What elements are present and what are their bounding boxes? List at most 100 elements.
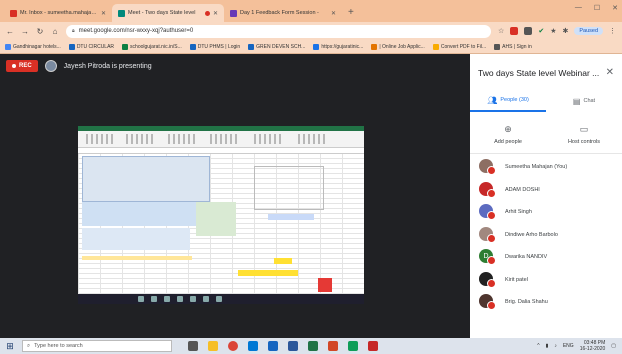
mail-icon[interactable] [268, 341, 278, 351]
pdf-icon[interactable] [368, 341, 378, 351]
bookmark-label: DTU PHMS | Login [197, 43, 241, 50]
bookmark[interactable]: GREN DEVEN SCH... [248, 43, 306, 50]
ribbon-group [210, 134, 240, 144]
extension-icon[interactable] [510, 27, 519, 35]
excel-icon[interactable] [308, 341, 318, 351]
bookmark-label: https://gujaratinic... [321, 43, 364, 50]
back-icon[interactable]: ← [6, 27, 14, 36]
extension-icon[interactable] [524, 27, 533, 35]
taskbar-app-icon [177, 296, 183, 302]
spreadsheet-title-bar [78, 126, 364, 131]
tab-label: Day 1 Feedback Form Session - [240, 10, 319, 16]
bookmark-icon [248, 43, 255, 50]
bookmark-icon [432, 43, 439, 50]
participant-name: Brig. Dalia Shahu [505, 299, 548, 306]
browser-tab-strip: Mr. Inbox - sumeetha.mahajan@gujb... ✕ M… [0, 0, 622, 22]
participant-name: Arhit Singh [505, 209, 532, 216]
browser-tab-feedback[interactable]: Day 1 Feedback Form Session - ✕ [224, 4, 342, 22]
word-icon[interactable] [288, 341, 298, 351]
bookmark[interactable]: DTU PHMS | Login [189, 43, 241, 50]
action-label: Add people [494, 139, 522, 145]
tab-chat[interactable]: ▤ Chat [546, 90, 622, 112]
add-people-button[interactable]: ⊕ Add people [470, 116, 546, 153]
ribbon-group [298, 134, 328, 144]
participant-row[interactable]: ADAM DOSHI [470, 179, 622, 202]
app-icon[interactable] [348, 341, 358, 351]
chevron-up-icon[interactable]: ^ [537, 343, 539, 349]
forms-icon [230, 9, 237, 17]
network-icon[interactable]: ▮ [546, 343, 549, 349]
tab-label: Meet - Two days State level [128, 10, 196, 16]
close-icon[interactable]: ✕ [101, 10, 106, 17]
clock[interactable]: 03:48 PM 16-12-2020 [580, 340, 606, 352]
minimize-icon[interactable]: — [575, 4, 582, 12]
chrome-icon[interactable] [228, 341, 238, 351]
bookmark[interactable]: Convert PDF to Fil... [432, 43, 487, 50]
participant-row[interactable]: Arhit Singh [470, 201, 622, 224]
taskbar-app-icon [216, 296, 222, 302]
cell-block-green [196, 202, 236, 236]
host-badge-icon [487, 166, 496, 176]
browser-tab-meet[interactable]: Meet - Two days State level ✕ [112, 4, 224, 22]
host-controls-button[interactable]: ▭ Host controls [546, 116, 622, 153]
bookmark-icon [313, 43, 320, 50]
store-icon[interactable] [248, 341, 258, 351]
windows-start-icon[interactable]: ⊞ [4, 341, 16, 352]
bookmark[interactable]: Gandhinagar hotels... [5, 43, 61, 50]
participant-name: Sumeetha Mahajan (You) [505, 164, 568, 171]
powerpoint-icon[interactable] [328, 341, 338, 351]
file-explorer-icon[interactable] [208, 341, 218, 351]
star-icon[interactable]: ☆ [498, 27, 504, 35]
task-view-icon[interactable] [188, 341, 198, 351]
taskbar-app-icon [190, 296, 196, 302]
taskbar-search-input[interactable]: ⌕ Type here to search [22, 340, 172, 352]
browser-tab-inbox[interactable]: Mr. Inbox - sumeetha.mahajan@gujb... ✕ [4, 4, 112, 22]
avatar [479, 181, 496, 198]
people-panel: Two days State level Webinar ... ✕ 👥︎ Pe… [470, 54, 622, 338]
bookmark[interactable]: https://gujaratinic... [313, 43, 364, 50]
profile-paused-button[interactable]: Paused [574, 27, 603, 35]
gmail-icon [10, 9, 17, 17]
tab-label: Chat [583, 98, 596, 104]
bookmark-label: | Online Job Applic... [379, 43, 425, 50]
new-tab-button[interactable]: + [342, 4, 360, 22]
tab-people[interactable]: 👥︎ People (30) [470, 90, 546, 112]
bookmark-label: GREN DEVEN SCH... [256, 43, 306, 50]
participant-name: Dindiwe Arho Barbolo [505, 231, 558, 238]
shared-screen[interactable] [78, 126, 364, 304]
spreadsheet-grid [78, 154, 364, 294]
language-indicator[interactable]: ENG [563, 343, 574, 349]
bookmark-label: schoolgujarat.nic.in/S... [130, 43, 182, 50]
maximize-icon[interactable]: ☐ [594, 4, 600, 12]
participant-row[interactable]: Dindiwe Arho Barbolo [470, 224, 622, 247]
screen: Mr. Inbox - sumeetha.mahajan@gujb... ✕ M… [0, 0, 622, 354]
bookmark[interactable]: AHS | Sign in [494, 43, 532, 50]
close-icon[interactable]: ✕ [606, 67, 614, 78]
volume-icon[interactable]: ♪ [554, 343, 557, 349]
bookmark[interactable]: DTU CIRCULAR [68, 43, 114, 50]
url-text: meet.google.com/nsr-wxxy-xqj?authuser=0 [78, 28, 194, 34]
notification-icon[interactable]: ▢ [611, 343, 616, 349]
address-bar[interactable]: 🔒︎ meet.google.com/nsr-wxxy-xqj?authuser… [66, 24, 492, 38]
bookmark[interactable]: schoolgujarat.nic.in/S... [122, 43, 182, 50]
reload-icon[interactable]: ↻ [36, 27, 44, 36]
participant-row[interactable]: D Dwarika NANDIV [470, 246, 622, 269]
close-icon[interactable]: ✕ [331, 10, 336, 17]
star-filled-icon[interactable]: ★ [550, 27, 556, 35]
menu-icon[interactable]: ⋮ [609, 27, 616, 35]
close-icon[interactable]: ✕ [213, 10, 218, 17]
participant-list: Sumeetha Mahajan (You) ADAM DOSHI Arhit … [470, 156, 622, 314]
participant-row[interactable]: Brig. Dalia Shahu [470, 291, 622, 314]
participant-row[interactable]: Kirit patel [470, 269, 622, 292]
home-icon[interactable]: ⌂ [51, 27, 59, 36]
ribbon-group [254, 134, 284, 144]
add-person-icon: ⊕ [504, 124, 512, 134]
bookmark[interactable]: | Online Job Applic... [371, 43, 425, 50]
puzzle-icon[interactable]: ✱ [562, 27, 568, 35]
bookmark-label: Convert PDF to Fil... [440, 43, 487, 50]
check-icon[interactable]: ✔ [538, 27, 544, 35]
close-window-icon[interactable]: ✕ [612, 4, 618, 12]
avatar: D [479, 249, 496, 266]
participant-row[interactable]: Sumeetha Mahajan (You) [470, 156, 622, 179]
forward-icon[interactable]: → [21, 27, 29, 36]
